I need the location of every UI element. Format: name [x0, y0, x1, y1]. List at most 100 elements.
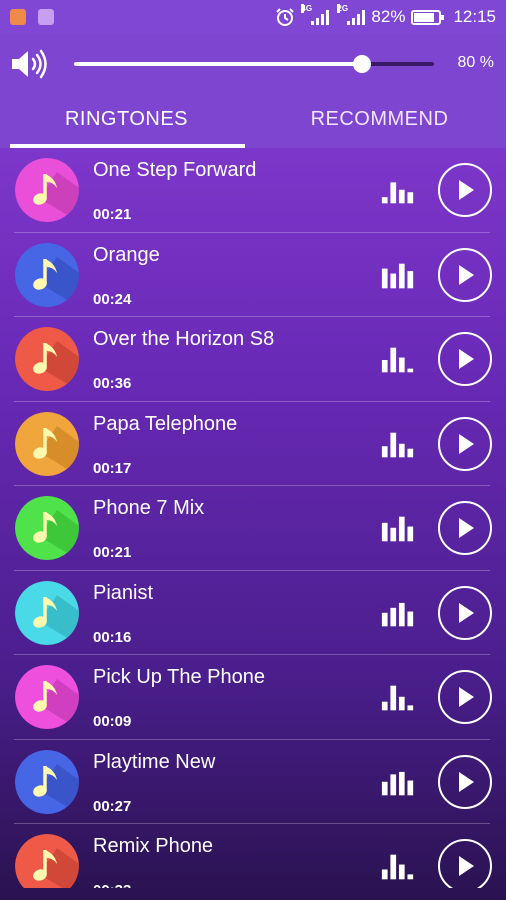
level-bar [390, 527, 397, 542]
play-icon [459, 180, 474, 200]
level-bar [398, 696, 405, 711]
level-bar [407, 270, 414, 288]
play-button[interactable] [438, 670, 492, 724]
music-note-icon [15, 580, 79, 645]
ringtone-title: Remix Phone [93, 835, 214, 857]
volume-slider[interactable] [74, 55, 434, 73]
play-icon [459, 602, 474, 623]
level-bar [398, 357, 405, 373]
equalizer-icon [381, 602, 414, 626]
level-bar [407, 874, 414, 880]
ringtone-list: One Step Forward 00:21 Orange 00:24 Over… [0, 148, 506, 888]
header: 80 % RINGTONES RECOMMEND [0, 34, 506, 148]
play-icon [459, 433, 474, 454]
level-bar [390, 773, 397, 795]
alarm-icon [276, 8, 295, 26]
level-bar [390, 432, 397, 457]
play-icon [459, 687, 474, 707]
equalizer-icon [381, 854, 414, 880]
ringtone-title: Pianist [93, 581, 154, 604]
notification-image-icon [38, 9, 54, 25]
speaker-icon[interactable] [10, 48, 50, 80]
level-bar [381, 781, 388, 795]
list-item[interactable]: Orange 00:24 [0, 233, 506, 318]
list-item[interactable]: Remix Phone 00:33 [0, 824, 506, 888]
level-bar [398, 263, 405, 288]
ringtone-duration: 00:21 [93, 544, 132, 561]
ringtone-duration: 00:33 [93, 882, 131, 888]
volume-slider-fill [74, 62, 362, 66]
network-type-2: 2G [337, 4, 349, 13]
signal-icon-2: 2G [337, 4, 366, 25]
equalizer-icon [381, 771, 414, 795]
volume-percent: 80 % [457, 54, 494, 71]
play-icon [459, 771, 474, 792]
list-item[interactable]: Phone 7 Mix 00:21 [0, 486, 506, 571]
ringtone-title: Over the Horizon S8 [93, 328, 275, 350]
play-button[interactable] [438, 416, 492, 471]
level-bar [390, 607, 397, 626]
equalizer-icon [381, 516, 414, 542]
music-note-icon [15, 158, 79, 222]
tab-recommend[interactable]: RECOMMEND [253, 92, 506, 148]
ringtone-duration: 00:17 [93, 459, 132, 477]
ringtone-duration: 00:21 [93, 206, 132, 223]
list-item[interactable]: One Step Forward 00:21 [0, 148, 506, 233]
battery-percent: 82% [371, 7, 406, 26]
volume-slider-thumb[interactable] [353, 55, 371, 73]
play-button[interactable] [438, 501, 492, 555]
play-button[interactable] [438, 163, 492, 217]
notification-app-icon [10, 9, 26, 25]
list-item[interactable]: Playtime New 00:27 [0, 740, 506, 825]
level-bar [381, 869, 388, 880]
status-bar: 4G 2G 82% 12:15 [0, 0, 506, 34]
level-bar [390, 182, 397, 204]
list-item[interactable]: Pianist 00:16 [0, 571, 506, 656]
play-button[interactable] [438, 585, 492, 640]
volume-control: 80 % [0, 44, 506, 84]
equalizer-icon [381, 347, 414, 373]
equalizer-icon [381, 432, 414, 457]
ringtone-duration: 00:09 [93, 713, 132, 730]
ringtone-duration: 00:16 [93, 628, 132, 646]
equalizer-icon [381, 182, 414, 204]
equalizer-icon [381, 685, 414, 711]
play-button[interactable] [438, 839, 492, 888]
level-bar [381, 445, 388, 457]
level-bar [407, 705, 414, 711]
play-button[interactable] [438, 332, 492, 386]
level-bar [381, 701, 388, 711]
level-bar [407, 368, 414, 373]
play-icon [459, 856, 474, 876]
music-note-icon [15, 834, 79, 888]
ringtone-title: Pick Up The Phone [93, 666, 265, 688]
list-item[interactable]: Papa Telephone 00:17 [0, 402, 506, 487]
play-icon [459, 349, 474, 369]
ringtone-title: Papa Telephone [93, 412, 238, 435]
level-bar [390, 347, 397, 373]
list-item[interactable]: Over the Horizon S8 00:36 [0, 317, 506, 402]
level-bar [381, 268, 388, 288]
level-bar [381, 612, 388, 626]
ringtone-title: Orange [93, 243, 160, 266]
tab-ringtones[interactable]: RINGTONES [0, 92, 253, 148]
level-bar [381, 360, 388, 373]
network-type-1: 4G [301, 4, 313, 13]
list-item[interactable]: Pick Up The Phone 00:09 [0, 655, 506, 740]
clock: 12:15 [453, 7, 496, 26]
level-bar [398, 864, 405, 880]
ringtone-title: Playtime New [93, 750, 216, 773]
ringtone-duration: 00:27 [93, 797, 132, 815]
level-bar [381, 197, 388, 204]
play-button[interactable] [438, 754, 492, 809]
level-bar [390, 685, 397, 711]
music-note-icon [15, 665, 79, 729]
music-note-icon [15, 496, 79, 560]
level-bar [398, 443, 405, 457]
tab-bar: RINGTONES RECOMMEND [0, 92, 506, 148]
ringtone-title: One Step Forward [93, 159, 257, 181]
level-bar [407, 526, 414, 542]
battery-icon [411, 9, 445, 25]
equalizer-icon [381, 263, 414, 288]
play-button[interactable] [438, 247, 492, 302]
